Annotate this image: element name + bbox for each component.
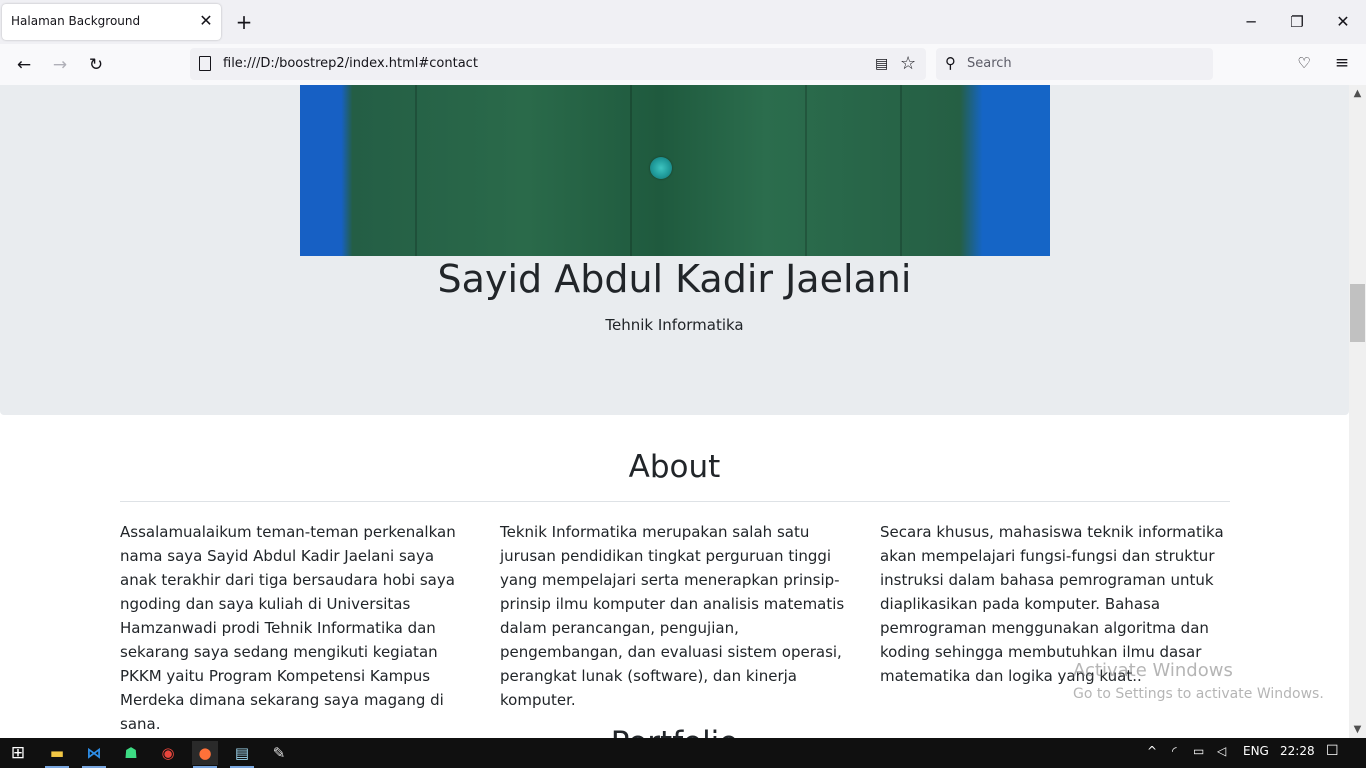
search-icon: ⚲ bbox=[945, 54, 956, 72]
vertical-scrollbar[interactable]: ▲ ▼ bbox=[1349, 85, 1366, 738]
profile-major: Tehnik Informatika bbox=[605, 316, 744, 334]
about-heading: About bbox=[628, 449, 721, 485]
windows-taskbar: ⊞ ▬ ⋈ ☗ ◉ ● ▤ ✎ ^ ◜ ▭ ◁ ENG 22:28 ☐ bbox=[0, 738, 1366, 768]
scroll-up-arrow-icon[interactable]: ▲ bbox=[1349, 85, 1366, 102]
firefox-icon[interactable]: ● bbox=[192, 741, 218, 768]
window-close-button[interactable]: ✕ bbox=[1320, 0, 1366, 44]
page-viewport: Sayid Abdul Kadir Jaelani Tehnik Informa… bbox=[0, 85, 1349, 738]
chrome-icon[interactable]: ◉ bbox=[155, 741, 181, 765]
url-text[interactable]: file:///D:/boostrep2/index.html#contact bbox=[223, 56, 478, 71]
clock[interactable]: 22:28 bbox=[1280, 744, 1315, 758]
about-column-2: Teknik Informatika merupakan salah satu … bbox=[500, 523, 845, 709]
windows-start-icon[interactable]: ⊞ bbox=[5, 741, 31, 765]
vscode-icon[interactable]: ⋈ bbox=[81, 741, 107, 768]
reader-view-icon[interactable]: ▤ bbox=[875, 56, 888, 72]
tab-title: Halaman Background bbox=[11, 14, 141, 28]
jacket-fold bbox=[805, 85, 807, 256]
pocket-icon[interactable]: ♡ bbox=[1295, 54, 1313, 72]
address-bar[interactable]: file:///D:/boostrep2/index.html#contact … bbox=[190, 48, 926, 80]
paint-icon[interactable]: ✎ bbox=[266, 741, 292, 765]
back-button[interactable]: ← bbox=[12, 53, 36, 77]
wifi-icon[interactable]: ◜ bbox=[1172, 744, 1177, 758]
search-input[interactable]: ⚲ Search bbox=[936, 48, 1213, 80]
reload-button[interactable]: ↻ bbox=[84, 53, 108, 77]
new-tab-button[interactable]: + bbox=[233, 11, 255, 33]
profile-jumbotron: Sayid Abdul Kadir Jaelani Tehnik Informa… bbox=[0, 85, 1349, 415]
tab-close-icon[interactable]: ✕ bbox=[197, 12, 215, 30]
language-indicator[interactable]: ENG bbox=[1243, 744, 1269, 758]
search-placeholder: Search bbox=[967, 56, 1012, 71]
scroll-down-arrow-icon[interactable]: ▼ bbox=[1349, 721, 1366, 738]
navigation-toolbar: ← → ↻ file:///D:/boostrep2/index.html#co… bbox=[0, 44, 1366, 86]
profile-name: Sayid Abdul Kadir Jaelani bbox=[437, 257, 912, 301]
bookmark-star-icon[interactable]: ☆ bbox=[900, 53, 916, 74]
tab-strip: Halaman Background ✕ + ─ ❐ ✕ bbox=[0, 0, 1366, 44]
activate-windows-subtitle: Go to Settings to activate Windows. bbox=[1073, 686, 1324, 702]
profile-photo bbox=[300, 85, 1050, 256]
volume-icon[interactable]: ◁ bbox=[1217, 744, 1226, 758]
jacket-fold bbox=[630, 85, 632, 256]
portfolio-heading: Portfolio bbox=[0, 725, 1349, 738]
tray-chevron-up-icon[interactable]: ^ bbox=[1147, 744, 1157, 758]
about-divider bbox=[120, 501, 1230, 502]
scroll-thumb[interactable] bbox=[1350, 284, 1365, 342]
notepad-icon[interactable]: ▤ bbox=[229, 741, 255, 768]
jacket-button bbox=[650, 157, 672, 179]
page-icon bbox=[199, 56, 211, 71]
jacket-fold bbox=[415, 85, 417, 256]
android-studio-icon[interactable]: ☗ bbox=[118, 741, 144, 765]
about-column-1: Assalamualaikum teman-teman perkenalkan … bbox=[120, 523, 456, 733]
window-restore-button[interactable]: ❐ bbox=[1274, 0, 1320, 44]
window-minimize-button[interactable]: ─ bbox=[1228, 0, 1274, 44]
activate-windows-title: Activate Windows bbox=[1073, 660, 1233, 681]
notification-icon[interactable]: ☐ bbox=[1326, 743, 1339, 759]
jacket-fold bbox=[900, 85, 902, 256]
forward-button[interactable]: → bbox=[48, 53, 72, 77]
tab-active[interactable]: Halaman Background ✕ bbox=[2, 4, 221, 40]
battery-icon[interactable]: ▭ bbox=[1193, 744, 1204, 758]
file-explorer-icon[interactable]: ▬ bbox=[44, 741, 70, 768]
hamburger-menu-icon[interactable]: ≡ bbox=[1332, 54, 1352, 72]
